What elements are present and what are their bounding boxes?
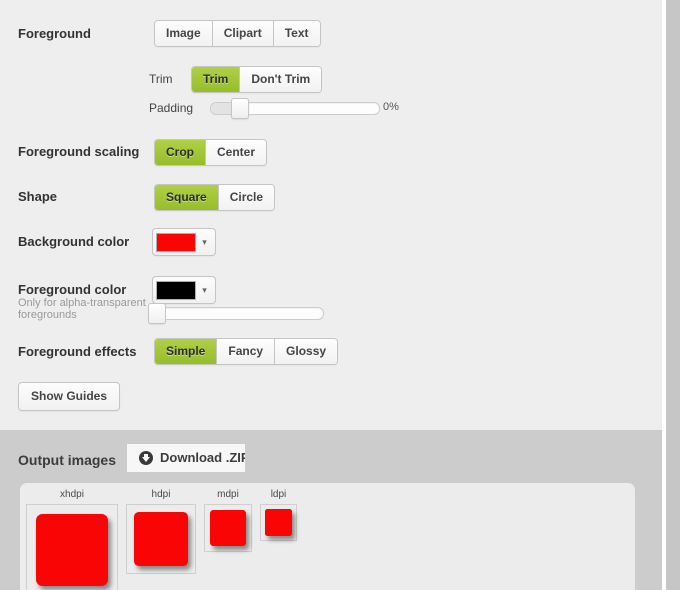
row-label-shape: Shape [18,189,58,204]
generated-icon-preview [265,509,292,536]
foreground-effect-simple[interactable]: Simple [155,339,218,364]
show-guides-button[interactable]: Show Guides [18,382,121,411]
preview-cell[interactable] [126,504,196,574]
foreground-scaling-crop[interactable]: Crop [155,140,206,165]
dpi-label: xhdpi [60,489,84,500]
background-color-swatch[interactable] [156,232,196,252]
download-zip-label: Download .ZIP [160,450,245,465]
shape-option-circle[interactable]: Circle [218,185,275,210]
padding-slider-handle[interactable] [231,98,249,119]
padding-slider[interactable] [210,98,380,119]
download-icon [139,451,153,465]
row-label-foreground-effects: Foreground effects [18,344,137,359]
padding-value: 0% [383,101,399,113]
row-label-foreground: Foreground [18,26,91,41]
foreground-color-picker[interactable]: ▾ [152,276,216,304]
output-preview-mdpi[interactable]: mdpi [204,489,252,552]
foreground-scaling-buttonset[interactable]: Crop Center [154,139,268,166]
trim-option-dont-trim[interactable]: Don't Trim [240,67,322,92]
foreground-effect-glossy[interactable]: Glossy [275,339,338,364]
trim-buttonset[interactable]: Trim Don't Trim [191,66,323,93]
output-preview-panel: xhdpi hdpi mdpi ldpi [20,483,635,590]
foreground-effects-buttonset[interactable]: Simple Fancy Glossy [154,338,339,365]
preview-cell[interactable] [204,504,252,552]
generated-icon-preview [134,512,188,566]
foreground-opacity-slider[interactable] [148,303,324,324]
foreground-source-text[interactable]: Text [273,21,320,46]
preview-cell[interactable] [26,504,118,590]
trim-option-trim[interactable]: Trim [192,67,241,92]
output-preview-ldpi[interactable]: ldpi [260,489,297,541]
dpi-label: mdpi [217,489,239,500]
output-section: Output images Download .ZIP xhdpi hdpi m… [0,430,666,590]
background-color-picker[interactable]: ▾ [152,228,216,256]
foreground-scaling-center[interactable]: Center [206,140,267,165]
download-zip-button[interactable]: Download .ZIP [127,444,245,472]
output-images-title: Output images [18,452,117,468]
trim-label: Trim [149,72,173,86]
shape-option-square[interactable]: Square [155,185,219,210]
foreground-color-swatch[interactable] [156,280,196,300]
preview-cell[interactable] [260,504,297,541]
output-preview-row: xhdpi hdpi mdpi ldpi [26,489,305,590]
chevron-down-icon[interactable]: ▾ [196,234,213,251]
dpi-label: ldpi [270,489,287,500]
foreground-source-clipart[interactable]: Clipart [212,21,274,46]
foreground-effect-fancy[interactable]: Fancy [217,339,276,364]
output-preview-hdpi[interactable]: hdpi [126,489,196,574]
settings-panel: Foreground Image Clipart Text Trim Trim … [0,0,666,430]
row-label-foreground-scaling: Foreground scaling [18,144,140,159]
foreground-source-buttonset[interactable]: Image Clipart Text [154,20,321,47]
row-label-foreground-color: Foreground color [18,282,127,297]
row-sublabel-foreground-color: Only for alpha-transparent foregrounds [18,297,146,321]
dpi-label: hdpi [151,489,171,500]
icon-generator-page: Foreground Image Clipart Text Trim Trim … [0,0,680,590]
padding-label: Padding [149,101,194,115]
row-label-background-color: Background color [18,234,130,249]
generated-icon-preview [36,514,108,586]
chevron-down-icon[interactable]: ▾ [196,282,213,299]
vertical-scrollbar[interactable] [666,0,680,590]
foreground-opacity-slider-handle[interactable] [148,303,166,324]
output-preview-xhdpi[interactable]: xhdpi [26,489,118,590]
generated-icon-preview [210,510,246,546]
foreground-source-image[interactable]: Image [155,21,213,46]
shape-buttonset[interactable]: Square Circle [154,184,276,211]
